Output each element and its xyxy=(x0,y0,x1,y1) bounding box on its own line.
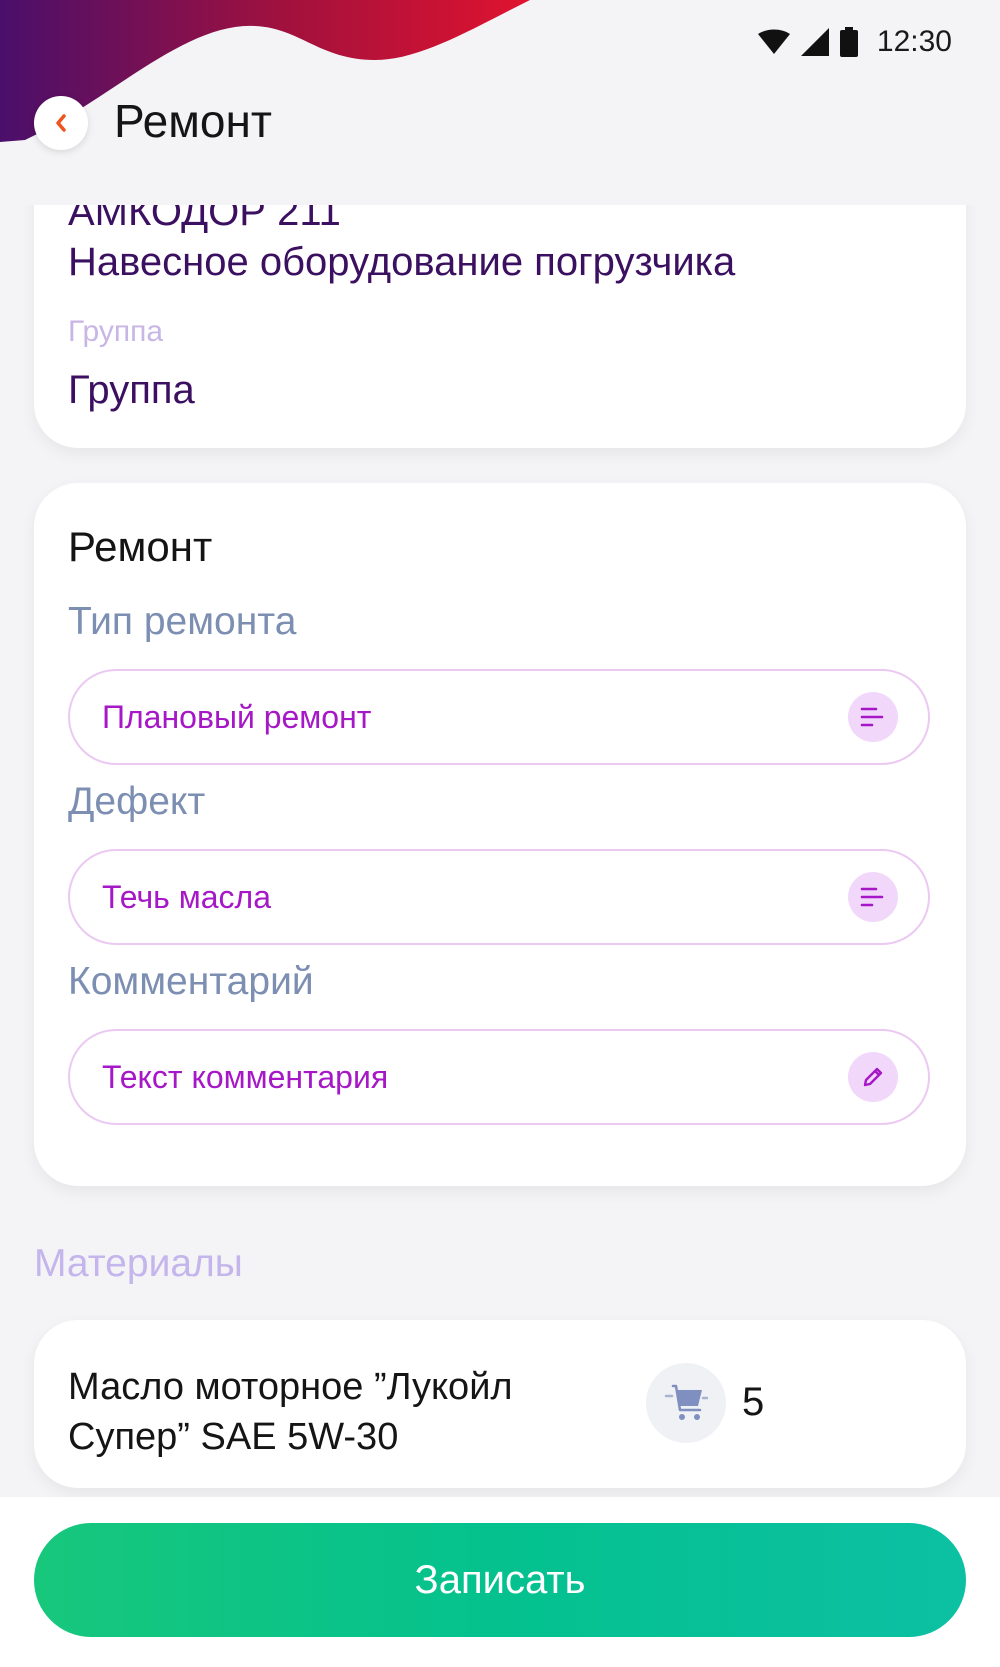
signal-icon xyxy=(800,28,829,56)
pencil-icon[interactable] xyxy=(848,1052,898,1102)
wifi-icon xyxy=(757,29,790,54)
defect-select[interactable]: Течь масла xyxy=(68,849,930,945)
comment-field[interactable]: Текст комментария xyxy=(68,1029,930,1125)
comment-label: Комментарий xyxy=(68,960,314,1003)
save-button[interactable]: Записать xyxy=(34,1523,966,1637)
cart-icon xyxy=(664,1384,708,1420)
defect-value: Течь масла xyxy=(102,878,271,915)
status-bar: 12:30 xyxy=(757,22,952,62)
comment-placeholder: Текст комментария xyxy=(102,1058,389,1095)
battery-icon xyxy=(839,27,858,57)
list-icon[interactable] xyxy=(848,692,898,742)
material-item[interactable]: Масло моторное ”Лукойл Супер” SAE 5W-30 … xyxy=(34,1320,966,1488)
material-quantity: 5 xyxy=(742,1380,765,1424)
group-value: Группа xyxy=(68,368,195,412)
group-label: Группа xyxy=(68,315,164,348)
defect-label: Дефект xyxy=(68,780,206,823)
page-title: Ремонт xyxy=(114,95,272,147)
equipment-subtitle: Навесное оборудование погрузчика xyxy=(68,240,736,284)
back-button[interactable] xyxy=(34,96,88,150)
repair-card: Ремонт Тип ремонта Плановый ремонт Дефек… xyxy=(34,483,966,1186)
bottom-action-bar: Записать xyxy=(0,1497,1000,1667)
repair-type-value: Плановый ремонт xyxy=(102,698,372,735)
chevron-left-icon xyxy=(56,114,66,132)
status-time: 12:30 xyxy=(876,25,952,58)
material-name: Масло моторное ”Лукойл Супер” SAE 5W-30 xyxy=(68,1366,513,1458)
cart-button[interactable] xyxy=(646,1363,726,1443)
repair-type-select[interactable]: Плановый ремонт xyxy=(68,669,930,765)
list-icon[interactable] xyxy=(848,872,898,922)
repair-section-title: Ремонт xyxy=(68,523,213,570)
materials-section-title: Материалы xyxy=(34,1242,243,1285)
repair-type-label: Тип ремонта xyxy=(68,600,297,643)
